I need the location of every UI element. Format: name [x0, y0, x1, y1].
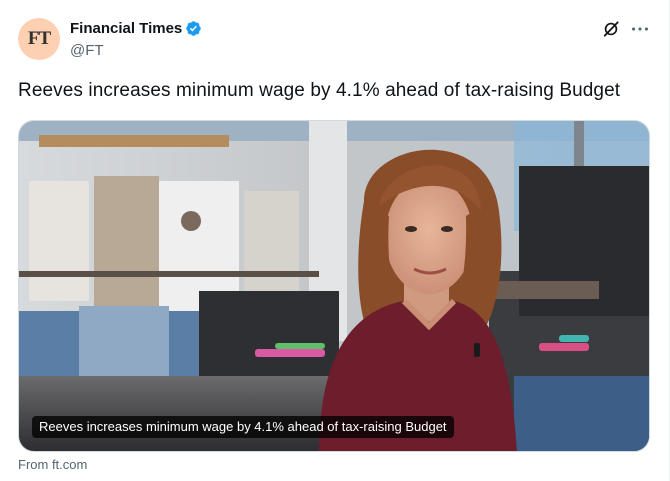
card-source-link[interactable]: From ft.com [18, 457, 87, 472]
woman-in-clothing-store-photo [19, 121, 649, 451]
card-caption: Reeves increases minimum wage by 4.1% ah… [32, 416, 454, 438]
link-card[interactable]: Reeves increases minimum wage by 4.1% ah… [18, 120, 650, 452]
grok-icon[interactable] [601, 19, 621, 39]
avatar[interactable]: FT [18, 18, 60, 60]
display-name[interactable]: Financial Times [70, 20, 182, 37]
verified-badge-icon [186, 21, 202, 36]
more-icon[interactable] [629, 18, 651, 40]
avatar-text: FT [27, 28, 51, 49]
author-name-row: Financial Times [70, 20, 202, 37]
tweet-text: Reeves increases minimum wage by 4.1% ah… [18, 80, 621, 101]
handle[interactable]: @FT [70, 42, 104, 59]
